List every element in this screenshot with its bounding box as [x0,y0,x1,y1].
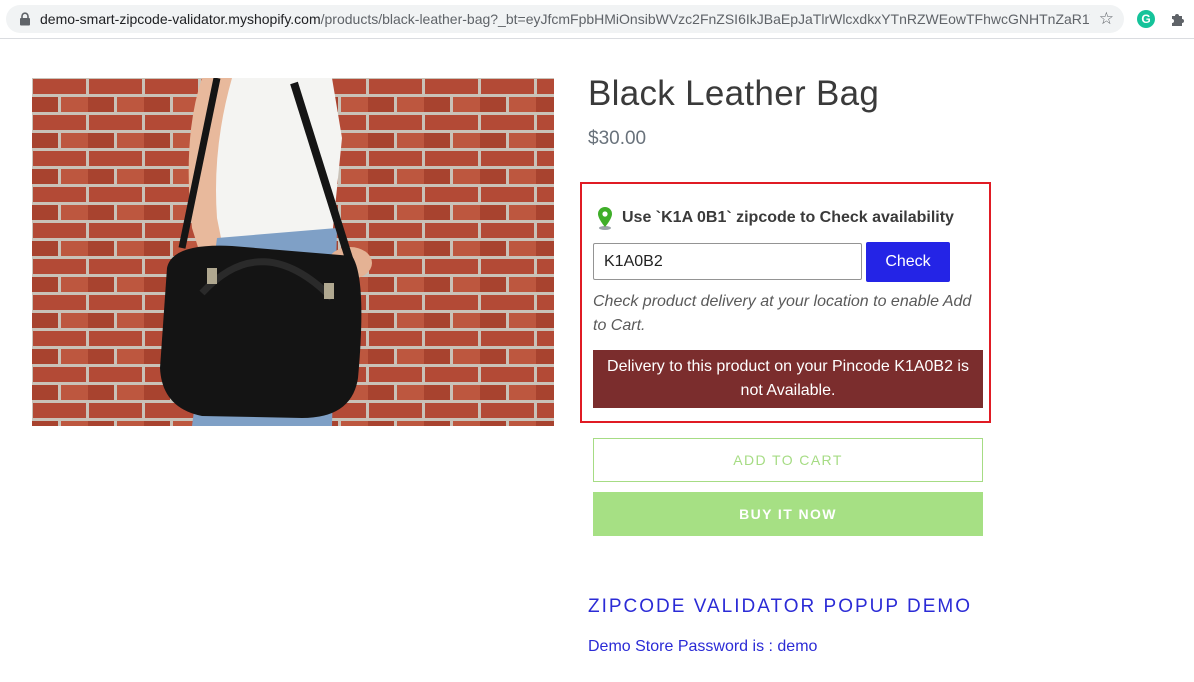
password-note: Demo Store Password is : demo [588,638,818,655]
zipcode-hint-text: Use `K1A 0B1` zipcode to Check availabil… [622,209,954,226]
location-pin-icon [598,207,612,230]
description-heading: ZIPCODE VALIDATOR POPUP DEMO [588,596,972,617]
product-price: $30.00 [588,128,647,149]
add-to-cart-button[interactable]: ADD TO CART [593,438,983,482]
puzzle-icon[interactable] [1169,10,1187,28]
address-bar[interactable]: demo-smart-zipcode-validator.myshopify.c… [6,5,1124,33]
star-icon[interactable]: ☆ [1099,10,1114,28]
zipcode-input[interactable] [593,243,862,280]
delivery-error-message: Delivery to this product on your Pincode… [593,350,983,408]
url-path: /products/black-leather-bag?_bt=eyJfcmFp… [320,11,1090,27]
url-text[interactable]: demo-smart-zipcode-validator.myshopify.c… [40,11,1090,27]
zipcode-hint: Use `K1A 0B1` zipcode to Check availabil… [596,206,954,230]
check-button[interactable]: Check [866,242,950,282]
product-photo [32,78,554,426]
delivery-note: Check product delivery at your location … [593,293,972,334]
grammarly-icon[interactable]: G [1137,10,1155,28]
lock-icon[interactable] [18,12,32,26]
product-image[interactable] [32,78,554,426]
buy-now-button[interactable]: BUY IT NOW [593,492,983,536]
url-host: demo-smart-zipcode-validator.myshopify.c… [40,11,321,27]
browser-toolbar: demo-smart-zipcode-validator.myshopify.c… [0,0,1194,39]
product-title: Black Leather Bag [588,74,880,113]
